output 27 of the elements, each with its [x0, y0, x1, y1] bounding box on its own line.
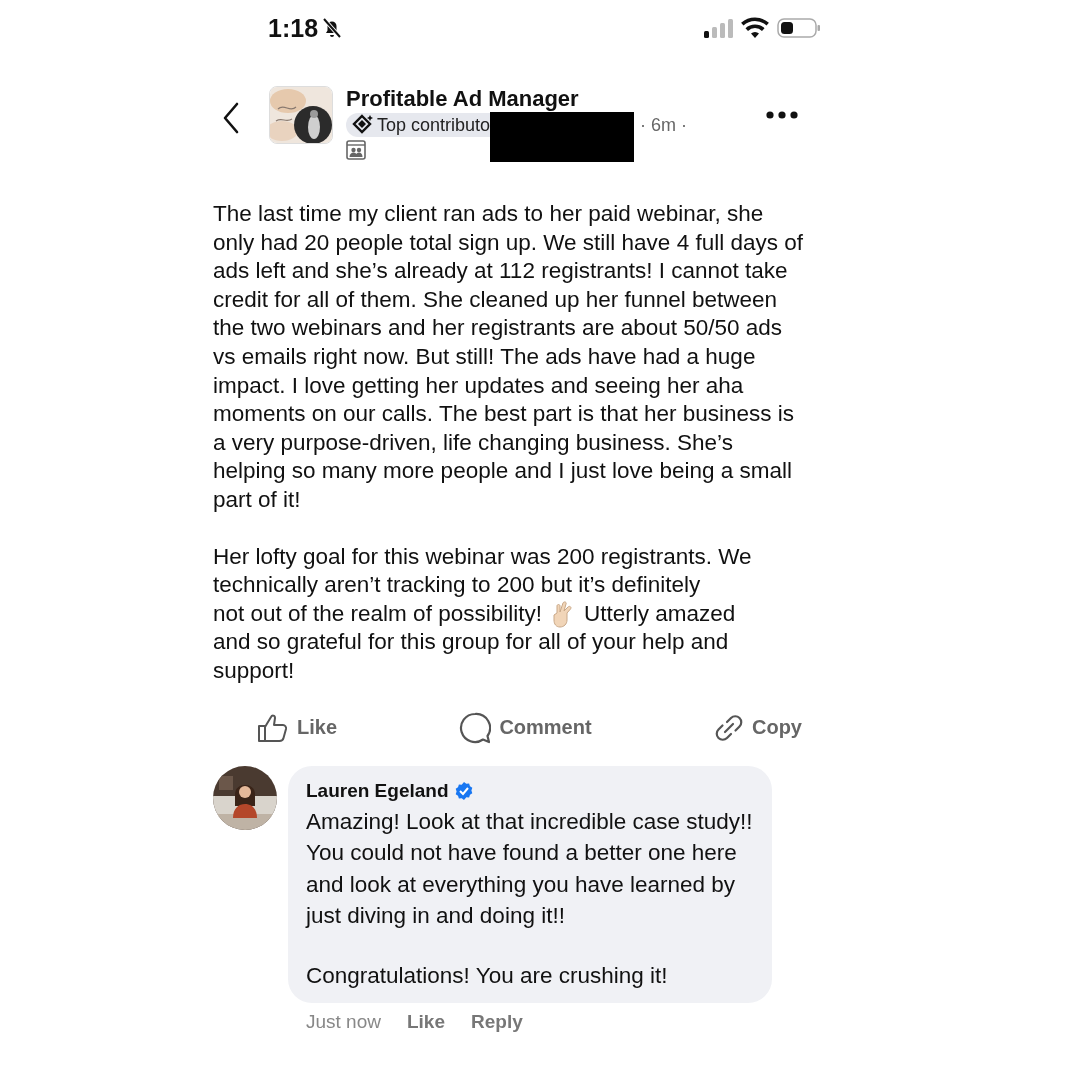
thumbs-up-icon — [257, 712, 289, 743]
comment-time: Just now — [306, 1011, 381, 1033]
contributor-badge[interactable]: Top contributo — [346, 113, 491, 137]
comment-button[interactable]: Comment — [459, 711, 592, 744]
copy-button[interactable]: Copy — [714, 711, 802, 744]
post-text: The last time my client ran ads to her paid webinar, she only had 20 people total sign up. We still have 4 full days of ads left and she’s already at 112 registrants! I cannot take credit for all of them. She cleaned up her funnel between the two webinars and her registrants are about 50/50 ads vs emails right now. But still! The ads have had a huge impact. I love getting her updates and seeing her aha moments on our calls. The best part is that her business is a very purpose-driven, life changing business. She’s helping so many more people and I just love being a small part of it! — [213, 200, 803, 514]
comment-text: Congratulations! You are crushing it! — [306, 961, 669, 990]
group-avatar[interactable] — [269, 86, 333, 144]
status-time: 1:18 — [268, 13, 319, 43]
comment-text: Amazing! Look at that incredible case study!! You could not have found a better one here and look at everything you have learned by just diving in and doing it!! — [306, 807, 754, 930]
link-icon — [714, 712, 744, 743]
post-text: Utterly amazed — [583, 599, 736, 628]
signal-icon — [703, 18, 733, 38]
comment-action-link[interactable]: Like — [407, 1011, 445, 1033]
post-text: and so grateful for this group for all of your help and support! — [213, 628, 730, 685]
post-text: not out of the realm of possibility! — [213, 599, 542, 628]
commenter-name[interactable]: Lauren Egeland — [306, 779, 449, 802]
comment-action-link[interactable]: Reply — [471, 1011, 523, 1033]
back-button[interactable] — [221, 102, 241, 134]
speech-bubble-icon — [459, 711, 492, 744]
more-options-button[interactable] — [766, 110, 798, 120]
group-name[interactable]: Profitable Ad Manager — [346, 86, 579, 112]
post-time: · 6m · — [640, 114, 688, 136]
like-button[interactable]: Like — [257, 711, 338, 744]
group-audience-icon — [346, 140, 366, 160]
battery-icon — [777, 17, 821, 39]
wifi-icon — [741, 17, 769, 39]
